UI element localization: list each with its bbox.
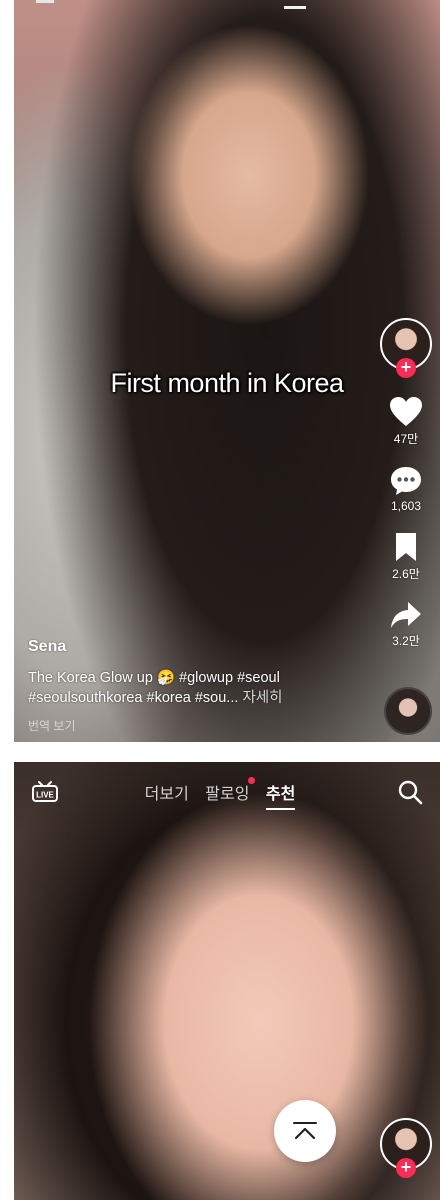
comment-count: 1,603: [390, 499, 422, 513]
save-action[interactable]: 2.6만: [378, 531, 434, 582]
notification-dot: [248, 777, 256, 784]
scroll-to-top-button[interactable]: [274, 1100, 336, 1162]
video-description[interactable]: The Korea Glow up 🤧 #glowup #seoul #seou…: [28, 668, 358, 708]
action-rail: + 47만 1,603 2.6만 3.2만: [378, 318, 434, 649]
bookmark-icon[interactable]: [393, 531, 419, 563]
like-count: 47만: [393, 432, 419, 446]
top-tabs: 더보기 팔로잉 추천: [0, 777, 440, 810]
action-rail-2: +: [378, 1118, 434, 1178]
share-icon[interactable]: [389, 600, 423, 630]
partial-status-icon: [36, 0, 54, 3]
tab-explore[interactable]: 더보기: [145, 780, 189, 804]
creator-avatar[interactable]: +: [380, 318, 432, 378]
follow-plus-icon-2[interactable]: +: [396, 1158, 416, 1178]
creator-avatar-2[interactable]: +: [380, 1118, 432, 1178]
video-overlay-caption: First month in Korea: [110, 368, 344, 398]
translate-link[interactable]: 번역 보기: [28, 717, 76, 734]
share-action[interactable]: 3.2만: [378, 600, 434, 649]
music-disc-icon[interactable]: [384, 687, 432, 735]
like-action[interactable]: 47만: [378, 396, 434, 447]
feed-separator: [14, 742, 440, 762]
video-panel-2[interactable]: [14, 762, 440, 1200]
tab-following[interactable]: 팔로잉: [205, 777, 256, 804]
tab-following-label: 팔로잉: [205, 786, 250, 803]
more-link[interactable]: 자세히: [242, 690, 282, 706]
author-name[interactable]: Sena: [28, 638, 66, 656]
search-icon[interactable]: [397, 779, 423, 805]
comment-icon[interactable]: [389, 465, 423, 497]
heart-icon[interactable]: [389, 396, 423, 428]
follow-plus-icon[interactable]: +: [396, 358, 416, 378]
partial-tab-indicator: [284, 6, 306, 9]
tab-for-you[interactable]: 추천: [265, 780, 296, 810]
share-count: 3.2만: [392, 634, 420, 648]
comment-action[interactable]: 1,603: [378, 465, 434, 513]
save-count: 2.6만: [392, 567, 420, 581]
page-margin: [0, 0, 14, 1200]
chevron-up-icon: [293, 1122, 317, 1140]
